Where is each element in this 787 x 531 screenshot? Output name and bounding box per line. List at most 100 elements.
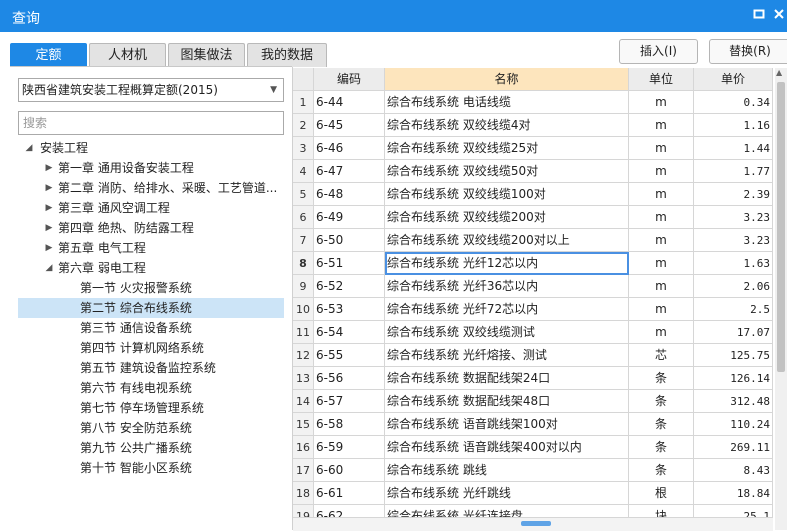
- header-price[interactable]: 单价: [694, 68, 773, 91]
- code-cell[interactable]: 6-49: [314, 206, 385, 229]
- table-row[interactable]: 10 6-53 综合布线系统 光纤72芯以内 m 2.5: [293, 298, 773, 321]
- price-cell[interactable]: 2.5: [694, 298, 773, 321]
- caret-collapsed-icon[interactable]: ▶: [44, 178, 54, 198]
- name-cell[interactable]: 综合布线系统 语音跳线架100对: [385, 413, 629, 436]
- unit-cell[interactable]: 条: [629, 459, 694, 482]
- price-cell[interactable]: 8.43: [694, 459, 773, 482]
- name-cell[interactable]: 综合布线系统 双绞线缆200对: [385, 206, 629, 229]
- header-name[interactable]: 名称: [385, 68, 629, 91]
- price-cell[interactable]: 0.34: [694, 91, 773, 114]
- name-cell[interactable]: 综合布线系统 双绞线缆25对: [385, 137, 629, 160]
- name-cell[interactable]: 综合布线系统 电话线缆: [385, 91, 629, 114]
- tree-node[interactable]: 第十节 智能小区系统: [18, 458, 284, 478]
- code-cell[interactable]: 6-46: [314, 137, 385, 160]
- table-row[interactable]: 1 6-44 综合布线系统 电话线缆 m 0.34: [293, 91, 773, 114]
- code-cell[interactable]: 6-54: [314, 321, 385, 344]
- tree-node[interactable]: 第七节 停车场管理系统: [18, 398, 284, 418]
- tree-node[interactable]: 第二节 综合布线系统: [18, 298, 284, 318]
- tree-node[interactable]: ◢ 第六章 弱电工程: [18, 258, 284, 278]
- scrollbar-thumb[interactable]: [777, 82, 785, 372]
- name-cell[interactable]: 综合布线系统 数据配线架24口: [385, 367, 629, 390]
- table-row[interactable]: 2 6-45 综合布线系统 双绞线缆4对 m 1.16: [293, 114, 773, 137]
- unit-cell[interactable]: m: [629, 298, 694, 321]
- caret-expanded-icon[interactable]: ◢: [44, 258, 54, 278]
- price-cell[interactable]: 1.16: [694, 114, 773, 137]
- tree-node[interactable]: ▶ 第二章 消防、给排水、采暖、工艺管道...: [18, 178, 284, 198]
- tree-node[interactable]: 第六节 有线电视系统: [18, 378, 284, 398]
- tab-my-data[interactable]: 我的数据: [247, 43, 327, 67]
- code-cell[interactable]: 6-47: [314, 160, 385, 183]
- close-icon[interactable]: [772, 8, 786, 22]
- tree-node[interactable]: ◢ 安装工程: [18, 138, 284, 158]
- unit-cell[interactable]: m: [629, 229, 694, 252]
- caret-collapsed-icon[interactable]: ▶: [44, 198, 54, 218]
- price-cell[interactable]: 1.77: [694, 160, 773, 183]
- table-row[interactable]: 16 6-59 综合布线系统 语音跳线架400对以内条 269.11: [293, 436, 773, 459]
- name-cell[interactable]: 综合布线系统 数据配线架48口: [385, 390, 629, 413]
- price-cell[interactable]: 269.11: [694, 436, 773, 459]
- table-row[interactable]: 3 6-46 综合布线系统 双绞线缆25对 m 1.44: [293, 137, 773, 160]
- price-cell[interactable]: 3.23: [694, 229, 773, 252]
- tree-node[interactable]: 第三节 通信设备系统: [18, 318, 284, 338]
- table-row[interactable]: 7 6-50 综合布线系统 双绞线缆200对以上 m 3.23: [293, 229, 773, 252]
- table-row[interactable]: 6 6-49 综合布线系统 双绞线缆200对 m 3.23: [293, 206, 773, 229]
- unit-cell[interactable]: m: [629, 160, 694, 183]
- unit-cell[interactable]: 条: [629, 367, 694, 390]
- price-cell[interactable]: 3.23: [694, 206, 773, 229]
- name-cell[interactable]: 综合布线系统 光纤12芯以内: [385, 252, 629, 275]
- tree-node[interactable]: ▶ 第五章 电气工程: [18, 238, 284, 258]
- code-cell[interactable]: 6-45: [314, 114, 385, 137]
- table-row[interactable]: 17 6-60 综合布线系统 跳线条 8.43: [293, 459, 773, 482]
- scroll-up-icon[interactable]: ▲: [776, 68, 782, 77]
- caret-collapsed-icon[interactable]: ▶: [44, 158, 54, 178]
- name-cell[interactable]: 综合布线系统 光纤熔接、测试: [385, 344, 629, 367]
- table-row[interactable]: 14 6-57 综合布线系统 数据配线架48口条 312.48: [293, 390, 773, 413]
- code-cell[interactable]: 6-61: [314, 482, 385, 505]
- price-cell[interactable]: 1.63: [694, 252, 773, 275]
- price-cell[interactable]: 2.06: [694, 275, 773, 298]
- replace-button[interactable]: 替换(R): [709, 39, 787, 64]
- code-cell[interactable]: 6-52: [314, 275, 385, 298]
- price-cell[interactable]: 110.24: [694, 413, 773, 436]
- code-cell[interactable]: 6-55: [314, 344, 385, 367]
- unit-cell[interactable]: 芯: [629, 344, 694, 367]
- name-cell[interactable]: 综合布线系统 双绞线缆4对: [385, 114, 629, 137]
- code-cell[interactable]: 6-50: [314, 229, 385, 252]
- table-row[interactable]: 12 6-55 综合布线系统 光纤熔接、测试芯 125.75: [293, 344, 773, 367]
- price-cell[interactable]: 312.48: [694, 390, 773, 413]
- table-row[interactable]: 15 6-58 综合布线系统 语音跳线架100对条 110.24: [293, 413, 773, 436]
- unit-cell[interactable]: 条: [629, 413, 694, 436]
- code-cell[interactable]: 6-59: [314, 436, 385, 459]
- header-unit[interactable]: 单位: [629, 68, 694, 91]
- maximize-icon[interactable]: [752, 8, 766, 22]
- tree-node[interactable]: 第四节 计算机网络系统: [18, 338, 284, 358]
- collapse-grip-icon[interactable]: [521, 521, 551, 526]
- table-row[interactable]: 18 6-61 综合布线系统 光纤跳线根 18.84: [293, 482, 773, 505]
- tree-node[interactable]: ▶ 第一章 通用设备安装工程: [18, 158, 284, 178]
- tree-node[interactable]: ▶ 第三章 通风空调工程: [18, 198, 284, 218]
- unit-cell[interactable]: m: [629, 137, 694, 160]
- price-cell[interactable]: 17.07: [694, 321, 773, 344]
- name-cell[interactable]: 综合布线系统 语音跳线架400对以内: [385, 436, 629, 459]
- unit-cell[interactable]: m: [629, 275, 694, 298]
- tree-node[interactable]: 第九节 公共广播系统: [18, 438, 284, 458]
- table-row[interactable]: 4 6-47 综合布线系统 双绞线缆50对 m 1.77: [293, 160, 773, 183]
- price-cell[interactable]: 126.14: [694, 367, 773, 390]
- price-cell[interactable]: 125.75: [694, 344, 773, 367]
- price-cell[interactable]: 2.39: [694, 183, 773, 206]
- code-cell[interactable]: 6-48: [314, 183, 385, 206]
- name-cell[interactable]: 综合布线系统 双绞线缆200对以上: [385, 229, 629, 252]
- name-cell[interactable]: 综合布线系统 双绞线缆100对: [385, 183, 629, 206]
- name-cell[interactable]: 综合布线系统 光纤跳线: [385, 482, 629, 505]
- caret-collapsed-icon[interactable]: ▶: [44, 218, 54, 238]
- name-cell[interactable]: 综合布线系统 光纤36芯以内: [385, 275, 629, 298]
- table-row[interactable]: 11 6-54 综合布线系统 双绞线缆测试 m 17.07: [293, 321, 773, 344]
- name-cell[interactable]: 综合布线系统 跳线: [385, 459, 629, 482]
- tree-node[interactable]: 第八节 安全防范系统: [18, 418, 284, 438]
- table-row[interactable]: 13 6-56 综合布线系统 数据配线架24口条 126.14: [293, 367, 773, 390]
- unit-cell[interactable]: 根: [629, 482, 694, 505]
- tab-labor-material-machine[interactable]: 人材机: [89, 43, 166, 67]
- table-row[interactable]: 5 6-48 综合布线系统 双绞线缆100对 m 2.39: [293, 183, 773, 206]
- caret-expanded-icon[interactable]: ◢: [24, 138, 34, 158]
- code-cell[interactable]: 6-53: [314, 298, 385, 321]
